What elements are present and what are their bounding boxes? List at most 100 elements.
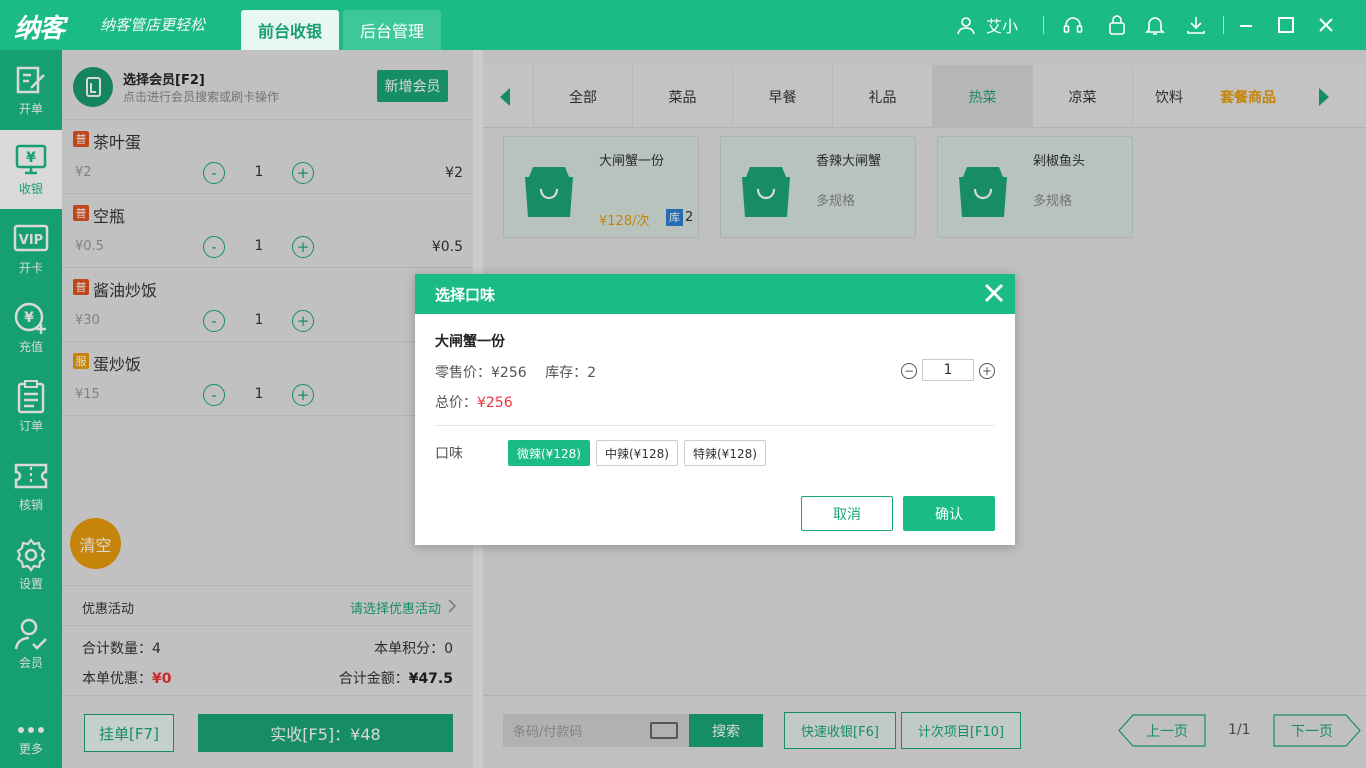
member-bar[interactable]: 选择会员[F2] 点击进行会员搜索或刷卡操作 新增会员 xyxy=(62,50,473,120)
flavor-dialog: 选择口味 大闸蟹一份 零售价：¥256 库存：2 − 1 + 总价：¥256 口… xyxy=(415,274,1015,545)
prev-page-button[interactable]: 上一页 xyxy=(1118,714,1206,747)
decrease-qty-button[interactable]: - xyxy=(203,162,225,184)
headset-icon[interactable] xyxy=(1062,0,1084,50)
dialog-total: 总价：¥256 xyxy=(435,392,513,412)
svg-text:¥: ¥ xyxy=(24,310,34,326)
total-price: ¥256 xyxy=(477,395,513,411)
close-icon[interactable] xyxy=(1318,0,1334,50)
stock-indicator: 库2 xyxy=(666,208,693,226)
sidebar-item-recharge[interactable]: ¥ 充值 xyxy=(0,288,62,367)
item-price: ¥0.5 xyxy=(75,239,104,254)
order-item-row[interactable]: 普 茶叶蛋 ¥2 - 1 + ¥2 xyxy=(62,120,473,194)
category-tab-breakfast[interactable]: 早餐 xyxy=(733,65,833,128)
count-items-button[interactable]: 计次项目[F10] xyxy=(901,712,1021,749)
app-logo: 纳客 xyxy=(14,14,65,44)
user-name: 艾小 xyxy=(986,17,1019,36)
order-item-row[interactable]: 普 酱油炒饭 ¥30 - 1 + xyxy=(62,268,473,342)
app-slogan: 纳客管店更轻松 xyxy=(100,16,206,34)
category-tab-all[interactable]: 全部 xyxy=(533,65,633,128)
discount-label: 本单优惠： xyxy=(82,671,152,687)
next-page-button[interactable]: 下一页 xyxy=(1273,714,1361,747)
barcode-input[interactable]: 条码/付款码 xyxy=(503,714,689,747)
order-item-row[interactable]: 服 蛋炒饭 ¥15 - 1 + xyxy=(62,342,473,416)
download-icon[interactable] xyxy=(1185,0,1207,50)
user-icon xyxy=(957,17,975,35)
close-icon[interactable] xyxy=(983,282,1005,304)
increase-qty-button[interactable]: + xyxy=(292,162,314,184)
bell-icon[interactable] xyxy=(1145,0,1165,50)
dialog-qty-input[interactable]: 1 xyxy=(922,359,974,381)
sidebar-item-more[interactable]: 更多 xyxy=(0,710,62,768)
decrease-qty-button[interactable]: - xyxy=(203,236,225,258)
product-card[interactable]: 香辣大闸蟹 多规格 xyxy=(720,136,916,238)
dialog-increase-qty-button[interactable]: + xyxy=(979,363,995,379)
sidebar-item-redeem[interactable]: 核销 xyxy=(0,446,62,525)
search-button[interactable]: 搜索 xyxy=(689,714,763,747)
order-item-row[interactable]: 普 空瓶 ¥0.5 - 1 + ¥0.5 xyxy=(62,194,473,268)
prev-page-label: 上一页 xyxy=(1146,723,1188,740)
clear-order-button[interactable]: 清空 xyxy=(70,518,121,569)
dialog-decrease-qty-button[interactable]: − xyxy=(901,363,917,379)
select-member-title: 选择会员[F2] xyxy=(123,73,205,88)
sidebar-item-label: 设置 xyxy=(18,577,43,591)
category-tab-combo[interactable]: 套餐商品 xyxy=(1205,65,1291,128)
ticket-icon xyxy=(14,463,48,489)
promotion-select-link[interactable]: 请选择优惠活动 xyxy=(350,598,441,617)
shopping-bag-icon xyxy=(959,167,1007,217)
cashier-monitor-icon: ¥ xyxy=(15,144,47,175)
flavor-option-medium[interactable]: 中辣(¥128) xyxy=(596,440,678,466)
product-name: 剁椒鱼头 xyxy=(1033,154,1086,169)
decrease-qty-button[interactable]: - xyxy=(203,310,225,332)
stock-value: 2 xyxy=(587,365,597,381)
confirm-button[interactable]: 确认 xyxy=(903,496,995,531)
increase-qty-button[interactable]: + xyxy=(292,236,314,258)
sidebar-item-cashier[interactable]: ¥ 收银 xyxy=(0,130,62,209)
category-bar: 全部 菜品 早餐 礼品 热菜 凉菜 饮料 套餐商品 xyxy=(483,65,1366,128)
maximize-icon[interactable] xyxy=(1277,0,1295,50)
flavor-option-extra-hot[interactable]: 特辣(¥128) xyxy=(684,440,766,466)
stock-badge: 库 xyxy=(666,208,683,226)
category-next-arrow-icon[interactable] xyxy=(1319,88,1329,106)
sidebar-item-members[interactable]: 会员 xyxy=(0,604,62,683)
increase-qty-button[interactable]: + xyxy=(292,310,314,332)
item-name: 蛋炒饭 xyxy=(93,355,142,374)
tab-back-office[interactable]: 后台管理 xyxy=(343,10,441,50)
total-amount-value: ¥47.5 xyxy=(408,671,453,687)
sidebar-item-label: 更多 xyxy=(18,741,43,756)
minimize-icon[interactable] xyxy=(1238,0,1254,50)
category-tab-dishes[interactable]: 菜品 xyxy=(633,65,733,128)
product-name: 大闸蟹一份 xyxy=(599,154,665,169)
promotion-row[interactable]: 优惠活动 请选择优惠活动 xyxy=(62,585,473,626)
sidebar-item-settings[interactable]: 设置 xyxy=(0,525,62,604)
decrease-qty-button[interactable]: - xyxy=(203,384,225,406)
order-panel: 选择会员[F2] 点击进行会员搜索或刷卡操作 新增会员 普 茶叶蛋 ¥2 - 1… xyxy=(62,50,473,768)
quick-cash-button[interactable]: 快速收银[F6] xyxy=(784,712,896,749)
lock-icon[interactable] xyxy=(1107,0,1127,50)
tab-front-cashier[interactable]: 前台收银 xyxy=(241,10,339,50)
category-tab-gifts[interactable]: 礼品 xyxy=(833,65,933,128)
product-multi-spec: 多规格 xyxy=(1033,194,1073,209)
product-card[interactable]: 大闸蟹一份 ¥128/次 库2 xyxy=(503,136,699,238)
increase-qty-button[interactable]: + xyxy=(292,384,314,406)
flavor-option-mild[interactable]: 微辣(¥128) xyxy=(508,440,590,466)
category-tab-cold-dishes[interactable]: 凉菜 xyxy=(1033,65,1133,128)
sidebar-item-label: 开卡 xyxy=(18,261,43,275)
sidebar-item-open-card[interactable]: VIP 开卡 xyxy=(0,209,62,288)
hang-order-button[interactable]: 挂单[F7] xyxy=(84,714,174,752)
add-member-button[interactable]: 新增会员 xyxy=(377,70,448,102)
category-tab-hot-dishes[interactable]: 热菜 xyxy=(933,65,1033,128)
sidebar-item-orders[interactable]: 订单 xyxy=(0,367,62,446)
divider xyxy=(1043,16,1044,34)
category-prev-arrow-icon[interactable] xyxy=(500,88,510,106)
cancel-button[interactable]: 取消 xyxy=(801,496,893,531)
recharge-icon: ¥ xyxy=(14,302,46,334)
category-tab-drinks[interactable]: 饮料 xyxy=(1133,65,1205,128)
pay-button[interactable]: 实收[F5]：¥48 xyxy=(198,714,453,752)
points-label: 本单积分： xyxy=(374,641,445,657)
sidebar-item-open-order[interactable]: 开单 xyxy=(0,50,62,129)
keyboard-icon[interactable] xyxy=(650,722,678,739)
sidebar-item-label: 开单 xyxy=(18,102,43,116)
user-area[interactable]: 艾小 xyxy=(956,0,1018,50)
product-card[interactable]: 剁椒鱼头 多规格 xyxy=(937,136,1133,238)
promotion-label: 优惠活动 xyxy=(82,602,135,617)
